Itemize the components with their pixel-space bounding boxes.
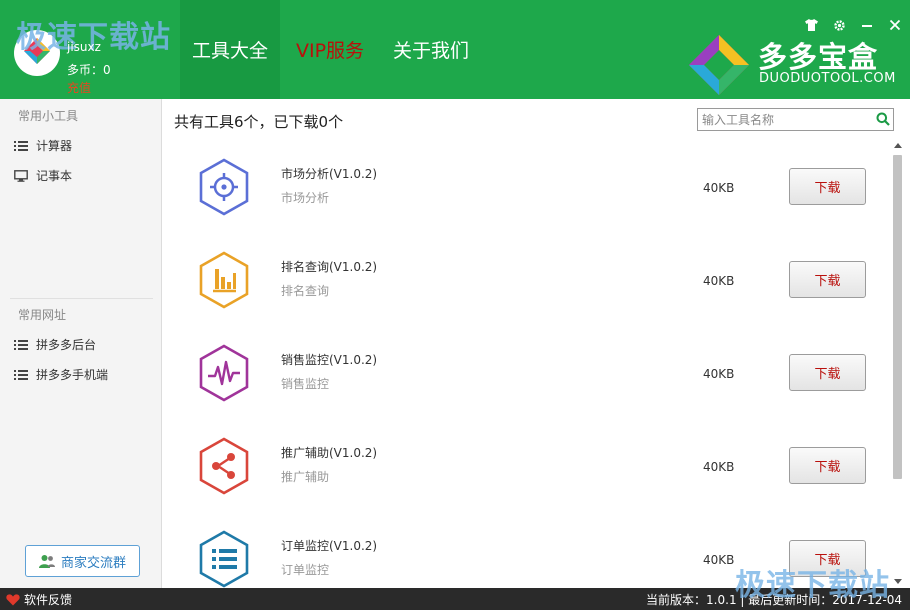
search-icon[interactable] bbox=[876, 112, 890, 130]
tool-list-panel: 共有工具6个，已下载0个 市场分析(V1.0.2) 市场分析 40KB 下载 bbox=[162, 99, 910, 588]
scroll-up-icon[interactable] bbox=[894, 143, 902, 148]
share-icon bbox=[196, 436, 252, 496]
username: jisuxz bbox=[67, 40, 101, 54]
list-icon bbox=[14, 339, 28, 350]
sidebar-item-label: 拼多多手机端 bbox=[36, 368, 109, 382]
tab-vip[interactable]: VIP服务 bbox=[280, 0, 380, 99]
window-controls bbox=[804, 18, 902, 32]
tool-name: 排名查询(V1.0.2) bbox=[281, 260, 378, 274]
brand-name: 多多宝盒 bbox=[758, 40, 879, 74]
tab-about[interactable]: 关于我们 bbox=[380, 0, 482, 99]
sidebar-item-label: 拼多多后台 bbox=[36, 338, 97, 352]
pulse-icon bbox=[196, 343, 252, 403]
tool-row: 市场分析(V1.0.2) 市场分析 40KB 下载 bbox=[162, 151, 887, 244]
coin-balance: 多币：0 bbox=[67, 63, 111, 77]
sidebar-item-label: 记事本 bbox=[36, 169, 73, 183]
section-title-tools: 常用小工具 bbox=[18, 109, 79, 123]
scroll-thumb[interactable] bbox=[893, 155, 902, 479]
sidebar-item-pdd-mobile[interactable]: 拼多多手机端 bbox=[14, 366, 108, 383]
tool-description: 市场分析 bbox=[281, 191, 330, 205]
tool-row: 推广辅助(V1.0.2) 推广辅助 40KB 下载 bbox=[162, 430, 887, 523]
sidebar-item-calculator[interactable]: 计算器 bbox=[14, 137, 72, 154]
minimize-icon[interactable] bbox=[860, 18, 874, 32]
recharge-link[interactable]: 充值 bbox=[67, 79, 91, 96]
list-icon bbox=[196, 529, 252, 588]
feedback-link[interactable]: 软件反馈 bbox=[6, 591, 72, 608]
tool-description: 订单监控 bbox=[281, 563, 330, 577]
watermark-text: 极速下载站 bbox=[735, 568, 890, 603]
tool-description: 排名查询 bbox=[281, 284, 330, 298]
merchant-group-button[interactable]: 商家交流群 bbox=[25, 545, 140, 577]
tool-row: 排名查询(V1.0.2) 排名查询 40KB 下载 bbox=[162, 244, 887, 337]
tool-size: 40KB bbox=[703, 274, 735, 288]
download-button[interactable]: 下载 bbox=[789, 168, 866, 205]
download-button[interactable]: 下载 bbox=[789, 354, 866, 391]
shirt-icon[interactable] bbox=[804, 18, 818, 32]
list-icon bbox=[14, 140, 28, 151]
scrollbar[interactable] bbox=[891, 141, 905, 586]
section-title-sites: 常用网址 bbox=[18, 308, 67, 322]
merchant-group-label: 商家交流群 bbox=[60, 555, 126, 571]
target-icon bbox=[196, 157, 252, 217]
search-input[interactable] bbox=[698, 109, 868, 130]
heart-icon bbox=[6, 593, 20, 605]
tool-name: 订单监控(V1.0.2) bbox=[281, 539, 378, 553]
tool-description: 推广辅助 bbox=[281, 470, 330, 484]
bar-chart-icon bbox=[196, 250, 252, 310]
tool-name: 销售监控(V1.0.2) bbox=[281, 353, 378, 367]
tab-tools[interactable]: 工具大全 bbox=[180, 0, 280, 99]
brand-logo bbox=[688, 34, 750, 96]
title-bar: 极速下载站 jisuxz 多币：0 充值 工具大全 VIP服务 关于我们 多多宝… bbox=[0, 0, 910, 99]
scroll-down-icon[interactable] bbox=[894, 579, 902, 584]
tool-row: 销售监控(V1.0.2) 销售监控 40KB 下载 bbox=[162, 337, 887, 430]
list-icon bbox=[14, 369, 28, 380]
tool-description: 销售监控 bbox=[281, 377, 330, 391]
close-icon[interactable] bbox=[888, 18, 902, 32]
monitor-icon bbox=[14, 169, 28, 182]
download-summary: 共有工具6个，已下载0个 bbox=[174, 113, 344, 131]
tool-name: 市场分析(V1.0.2) bbox=[281, 167, 378, 181]
gear-icon[interactable] bbox=[832, 18, 846, 32]
sidebar: 常用小工具 计算器 记事本 常用网址 拼多多后台 拼多多手机端 商家交流群 bbox=[0, 99, 162, 588]
tool-size: 40KB bbox=[703, 367, 735, 381]
tool-size: 40KB bbox=[703, 553, 735, 567]
tool-size: 40KB bbox=[703, 460, 735, 474]
sidebar-divider bbox=[10, 298, 153, 299]
users-icon bbox=[38, 555, 55, 568]
sidebar-item-notepad[interactable]: 记事本 bbox=[14, 167, 72, 184]
download-button[interactable]: 下载 bbox=[789, 447, 866, 484]
tool-size: 40KB bbox=[703, 181, 735, 195]
tool-name: 推广辅助(V1.0.2) bbox=[281, 446, 378, 460]
sidebar-item-pdd-admin[interactable]: 拼多多后台 bbox=[14, 336, 96, 353]
download-button[interactable]: 下载 bbox=[789, 261, 866, 298]
feedback-label: 软件反馈 bbox=[24, 593, 73, 607]
sidebar-item-label: 计算器 bbox=[36, 139, 73, 153]
search-box bbox=[697, 108, 894, 131]
brand-domain: DUODUOTOOL.COM bbox=[759, 71, 896, 86]
